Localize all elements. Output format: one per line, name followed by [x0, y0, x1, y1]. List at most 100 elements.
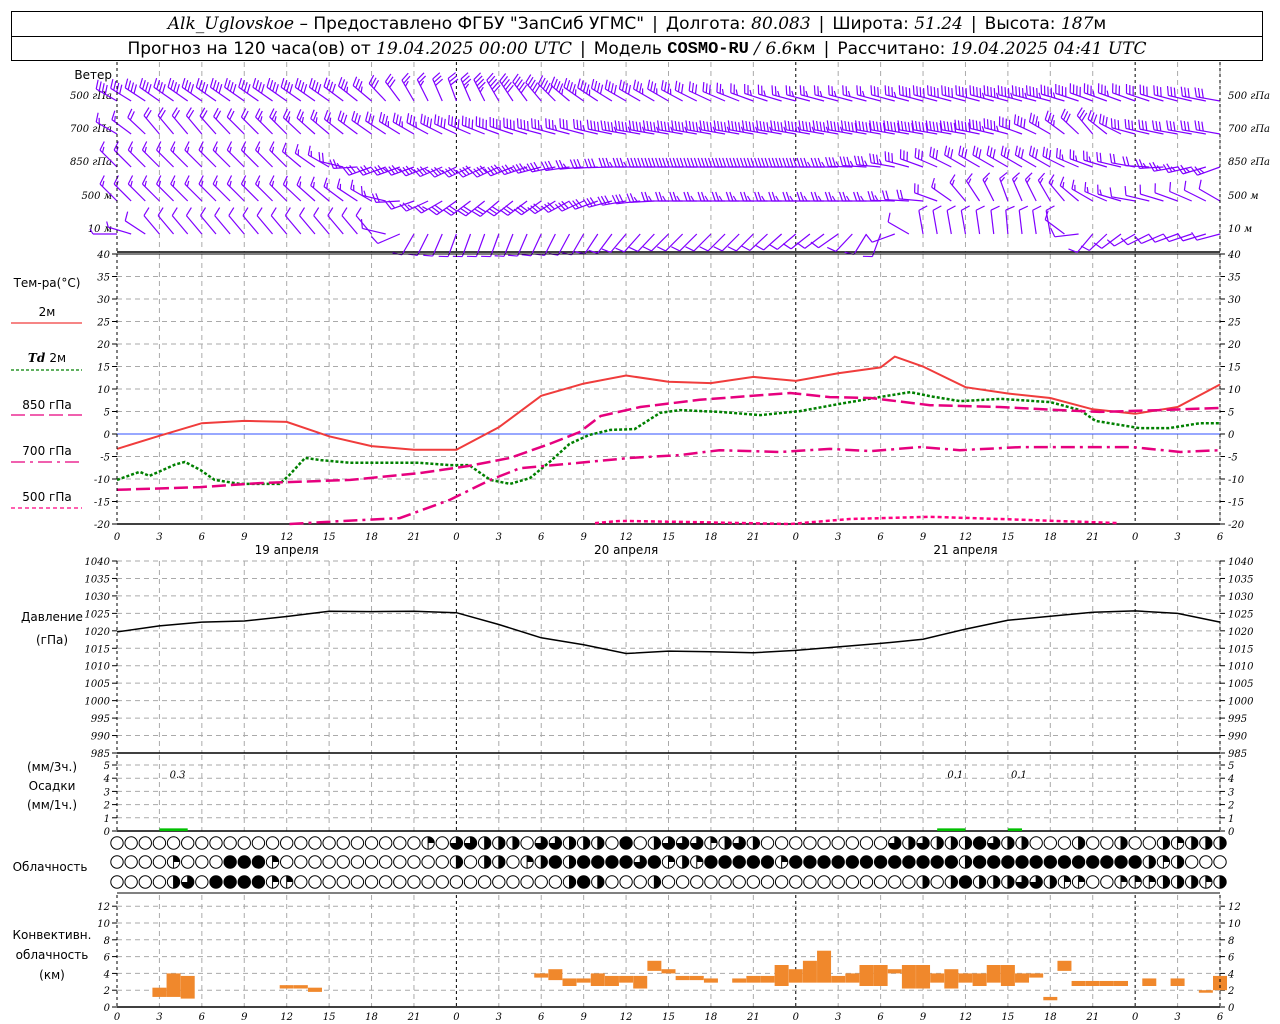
wind-barb-feather: [660, 80, 664, 90]
wind-barb-staff: [171, 215, 189, 235]
wind-barb-feather: [999, 172, 1008, 179]
wind-barb-feather: [257, 146, 261, 153]
wind-barb-feather: [555, 81, 561, 91]
wind-barb: [727, 233, 754, 252]
cloud-cover-symbol: [279, 875, 294, 889]
cloud-cover-symbol: [1185, 875, 1199, 889]
wind-barb-feather: [899, 189, 904, 200]
wind-barb-feather: [576, 158, 582, 169]
wind-barb-feather: [354, 112, 359, 123]
wind-barb-feather: [746, 195, 752, 202]
cloud-fill: [1064, 875, 1071, 882]
wind-barb: [284, 207, 302, 235]
cloud-circle: [1100, 875, 1114, 889]
wind-barb-feather: [1042, 146, 1045, 157]
wind-barb-feather: [780, 122, 784, 132]
cloud-cover-symbol: [930, 836, 944, 850]
hour-tick-label: 6: [877, 532, 884, 543]
wind-barb-feather: [186, 180, 190, 187]
wind-barb-feather: [986, 145, 990, 156]
wind-barb-feather: [1125, 156, 1130, 166]
conv-cloud-bar: [788, 969, 803, 983]
wind-barb: [447, 114, 471, 135]
wind-barb-feather: [1110, 118, 1113, 128]
series-line-p500: [594, 515, 1120, 526]
cloud-cover-symbol: [831, 855, 845, 869]
wind-barb-feather: [1005, 205, 1015, 211]
cloud-cover-symbol: [506, 836, 520, 850]
wind-barb: [157, 207, 175, 235]
cloud-circle: [152, 836, 167, 850]
wind-barb-staff: [185, 115, 203, 135]
wind-barb-feather: [569, 81, 574, 92]
wind-barb-feather: [569, 159, 575, 169]
temp-tick-label-right: -10: [1228, 475, 1245, 486]
wind-barb-staff: [503, 126, 528, 135]
cloud-circle: [110, 855, 124, 869]
wind-barb-feather: [553, 78, 558, 89]
wind-barb: [341, 207, 358, 235]
cloud-fill: [1205, 836, 1213, 850]
wind-barb-feather: [799, 157, 805, 168]
wind-barb-feather: [1197, 87, 1201, 98]
wind-barb-feather: [1045, 148, 1049, 158]
conv-cloud-bar: [944, 969, 959, 989]
hour-tick-label: 21: [746, 1012, 760, 1023]
wind-barb: [1037, 172, 1051, 202]
wind-barb-feather: [1114, 119, 1116, 129]
wind-barb-feather: [412, 116, 416, 127]
wind-barb-feather: [1018, 87, 1021, 97]
cloud-circle: [789, 855, 803, 869]
wind-barb: [1055, 83, 1079, 102]
cloud-circle: [237, 836, 251, 850]
wind-barb-feather: [743, 191, 748, 202]
wind-barb-feather: [406, 113, 410, 123]
wind-barb-feather: [215, 146, 218, 153]
conv-cloud-bar: [675, 975, 690, 981]
wind-barb: [1191, 231, 1221, 241]
conv-cloud-bar: [180, 975, 195, 999]
temp-tick-label-right: 40: [1227, 250, 1241, 261]
wind-barb: [982, 172, 995, 202]
temp-tick-label-right: 35: [1228, 273, 1241, 284]
wind-barb-feather: [667, 83, 670, 94]
wind-barb: [898, 85, 924, 102]
wind-barb-feather: [443, 118, 446, 129]
wind-barb-feather: [260, 83, 265, 94]
wind-barb-feather: [384, 115, 389, 126]
wind-barb-feather: [299, 181, 302, 188]
wind-barb-staff: [157, 115, 175, 135]
cloud-cover-symbol: [746, 875, 761, 889]
pressure-tick-label-right: 1000: [1228, 697, 1254, 708]
cloud-cover-symbol: [1029, 836, 1043, 850]
wind-barb-feather: [1062, 181, 1065, 188]
cloud-circle: [251, 875, 266, 889]
cloud-cover-symbol: [477, 875, 492, 889]
wind-barb-feather: [759, 120, 763, 131]
cloud-cover-symbol: [760, 836, 775, 850]
cloud-cover-symbol: [789, 855, 803, 869]
cloud-circle: [1086, 836, 1100, 850]
wind-barb-feather: [381, 113, 386, 124]
wind-barb-feather: [831, 86, 834, 96]
wind-barb: [1097, 83, 1122, 102]
wind-barb-feather: [287, 116, 291, 123]
wind-barb-feather: [791, 121, 794, 132]
wind-barb-staff: [1196, 233, 1221, 241]
cloud-cover-symbol: [605, 875, 619, 889]
wind-barb-feather: [876, 121, 879, 132]
temp-tick-label-right: 5: [1228, 408, 1234, 419]
wind-barb-feather: [990, 87, 993, 97]
wind-barb-feather: [1053, 120, 1055, 126]
wind-barb-feather: [891, 87, 894, 97]
hour-tick-label: 6: [1217, 1012, 1224, 1023]
wind-barb-feather: [629, 246, 639, 253]
wind-barb: [525, 74, 542, 102]
wind-barb-feather: [586, 119, 590, 130]
wind-barb-feather: [688, 81, 691, 91]
temp-tick-label-left: 0: [104, 430, 111, 441]
wind-barb: [170, 175, 189, 202]
cloud-circle: [350, 855, 365, 869]
wind-barb-feather: [785, 191, 790, 202]
wind-barb-feather: [521, 254, 532, 257]
